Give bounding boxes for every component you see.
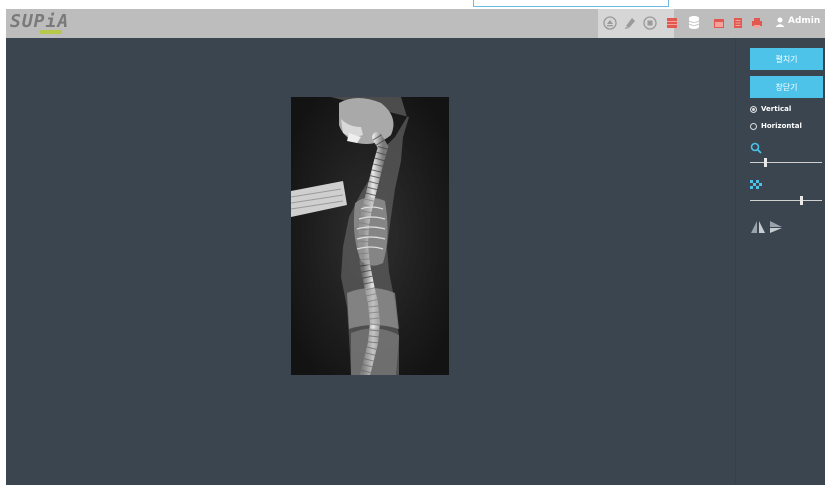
orientation-vertical-option[interactable]: Vertical: [750, 105, 791, 113]
database-icon[interactable]: [686, 15, 702, 31]
user-name[interactable]: Admin: [788, 16, 820, 26]
flip-horizontal-icon[interactable]: [750, 219, 766, 235]
close-window-button[interactable]: 창닫기: [750, 76, 823, 98]
contrast-slider[interactable]: [750, 196, 822, 205]
image-viewport[interactable]: [6, 38, 735, 485]
print-icon[interactable]: [749, 15, 765, 31]
stop-icon[interactable]: [642, 15, 658, 31]
control-panel: 펼치기 창닫기 Vertical Horizontal: [735, 38, 825, 485]
flip-vertical-icon[interactable]: [768, 219, 784, 235]
eraser-icon[interactable]: [622, 15, 638, 31]
contrast-slider-thumb[interactable]: [800, 196, 803, 205]
logo-text: SUPiA: [10, 11, 70, 32]
expand-button[interactable]: 펼치기: [750, 48, 823, 70]
top-bar: SUPiA Admin: [6, 9, 825, 38]
zoom-slider[interactable]: [750, 158, 822, 167]
zoom-icon: [750, 142, 762, 154]
document-icon[interactable]: [730, 15, 746, 31]
orientation-vertical-label: Vertical: [761, 105, 792, 113]
app-window: SUPiA Admin 펼치기 창닫기 Vertical Horizontal: [6, 9, 825, 485]
logo-accent: [40, 30, 62, 34]
eject-icon[interactable]: [602, 15, 618, 31]
contrast-icon: [750, 180, 762, 189]
film-icon[interactable]: [664, 15, 680, 31]
radio-vertical[interactable]: [750, 105, 757, 113]
orientation-horizontal-option[interactable]: Horizontal: [750, 122, 802, 130]
top-highlight-box: [473, 0, 669, 7]
radio-horizontal[interactable]: [750, 122, 757, 130]
orientation-horizontal-label: Horizontal: [761, 122, 802, 130]
zoom-slider-thumb[interactable]: [764, 158, 767, 167]
calendar-icon[interactable]: [711, 15, 727, 31]
xray-image[interactable]: [291, 97, 449, 375]
app-logo: SUPiA: [10, 11, 69, 36]
user-icon: [775, 17, 785, 27]
